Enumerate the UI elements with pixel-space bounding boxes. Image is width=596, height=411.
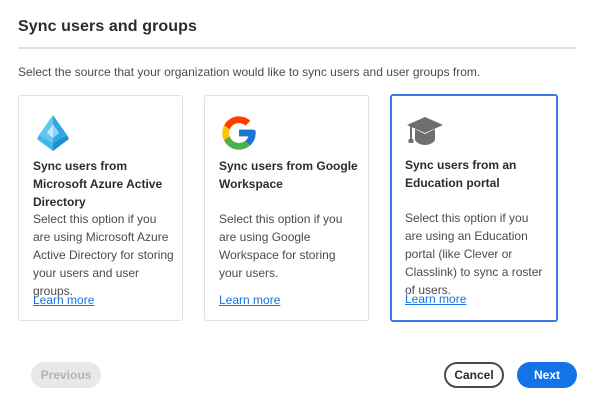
cancel-button[interactable]: Cancel: [444, 362, 504, 388]
card-azure-ad[interactable]: Sync users from Microsoft Azure Active D…: [18, 95, 183, 321]
card-google-workspace[interactable]: Sync users from Google Workspace Select …: [204, 95, 369, 321]
card-education-portal[interactable]: Sync users from an Education portal Sele…: [390, 94, 558, 322]
learn-more-link[interactable]: Learn more: [405, 292, 466, 306]
google-icon: [219, 113, 259, 153]
card-description: Select this option if you are using Micr…: [33, 212, 174, 298]
card-title: Sync users from an Education portal: [405, 158, 517, 190]
card-title: Sync users from Microsoft Azure Active D…: [33, 159, 163, 209]
next-button[interactable]: Next: [517, 362, 577, 388]
previous-button[interactable]: Previous: [31, 362, 101, 388]
title-divider: [18, 47, 577, 49]
sync-dialog: Sync users and groups Select the source …: [0, 0, 596, 411]
learn-more-link[interactable]: Learn more: [219, 293, 280, 307]
card-description: Select this option if you are using Goog…: [219, 212, 343, 280]
learn-more-link[interactable]: Learn more: [33, 293, 94, 307]
dialog-subtitle: Select the source that your organization…: [18, 65, 481, 79]
card-title: Sync users from Google Workspace: [219, 159, 358, 191]
dialog-title: Sync users and groups: [18, 18, 198, 35]
azure-active-directory-icon: [33, 113, 73, 153]
graduation-cap-icon: [405, 112, 445, 152]
card-description: Select this option if you are using an E…: [405, 211, 543, 297]
